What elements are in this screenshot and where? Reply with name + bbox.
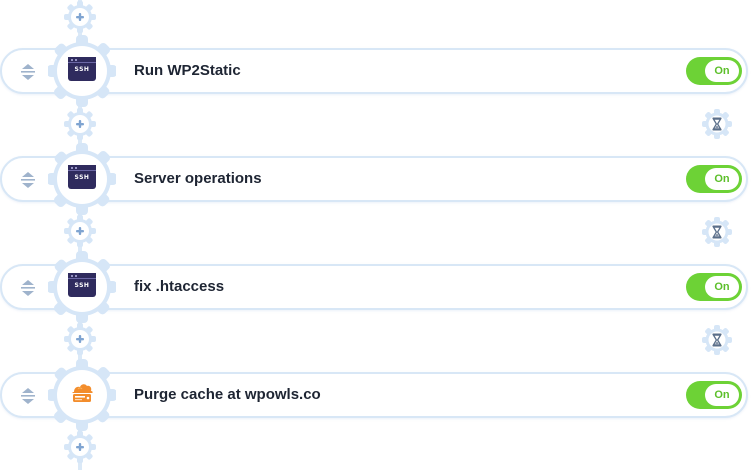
toggle-label: On <box>714 65 730 77</box>
step-icon-badge <box>48 359 116 431</box>
step-title[interactable]: Run WP2Static <box>134 50 241 92</box>
workflow-step[interactable]: Purge cache at wpowls.co On <box>0 359 748 431</box>
workflow-step[interactable]: SSH Run WP2Static On <box>0 35 748 107</box>
add-step-icon[interactable] <box>63 107 97 141</box>
drag-handle-icon[interactable] <box>18 277 38 299</box>
hourglass-delay-icon[interactable] <box>701 216 733 248</box>
hourglass-delay-icon[interactable] <box>701 324 733 356</box>
step-title[interactable]: Purge cache at wpowls.co <box>134 374 321 416</box>
add-step-icon[interactable] <box>63 0 97 34</box>
step-enabled-toggle[interactable]: On <box>686 273 742 301</box>
ssh-terminal-icon: SSH <box>68 273 96 297</box>
hourglass-delay-icon[interactable] <box>701 108 733 140</box>
step-icon-badge: SSH <box>48 251 116 323</box>
workflow-canvas: SSH Run WP2Static On SSH Server operatio… <box>0 0 752 470</box>
step-enabled-toggle[interactable]: On <box>686 57 742 85</box>
toggle-label: On <box>714 281 730 293</box>
step-title[interactable]: Server operations <box>134 158 262 200</box>
add-step-icon[interactable] <box>63 214 97 248</box>
step-enabled-toggle[interactable]: On <box>686 381 742 409</box>
toggle-label: On <box>714 389 730 401</box>
drag-handle-icon[interactable] <box>18 61 38 83</box>
step-title[interactable]: fix .htaccess <box>134 266 224 308</box>
workflow-step[interactable]: SSH Server operations On <box>0 143 748 215</box>
add-step-icon[interactable] <box>63 430 97 464</box>
toggle-label: On <box>714 173 730 185</box>
step-enabled-toggle[interactable]: On <box>686 165 742 193</box>
step-icon-badge: SSH <box>48 35 116 107</box>
cloudflare-cache-icon <box>68 379 96 407</box>
drag-handle-icon[interactable] <box>18 169 38 191</box>
ssh-terminal-icon: SSH <box>68 57 96 81</box>
workflow-step[interactable]: SSH fix .htaccess On <box>0 251 748 323</box>
drag-handle-icon[interactable] <box>18 385 38 407</box>
ssh-terminal-icon: SSH <box>68 165 96 189</box>
step-icon-badge: SSH <box>48 143 116 215</box>
add-step-icon[interactable] <box>63 322 97 356</box>
